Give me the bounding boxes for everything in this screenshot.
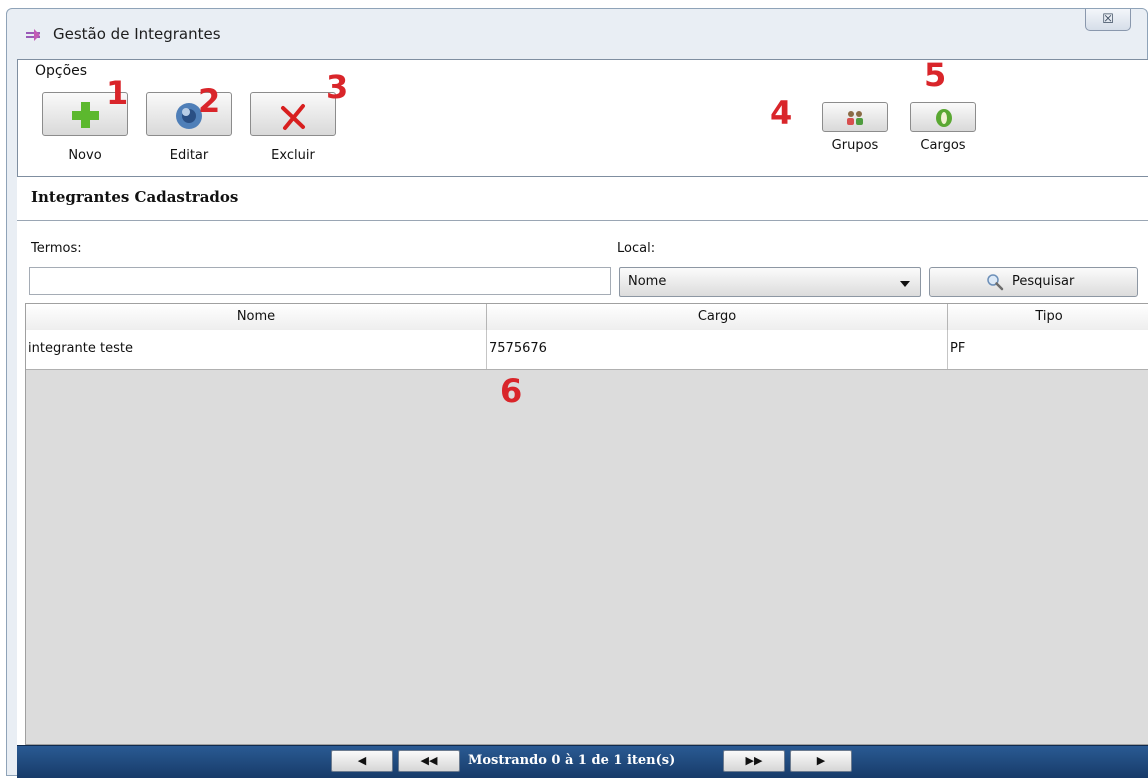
caret-right-icon: ▶ [816,754,826,767]
annotation-1: 1 [106,74,129,112]
local-select[interactable]: Nome [619,267,921,297]
chevron-down-icon [900,281,910,287]
cargos-label: Cargos [920,138,966,153]
table-header: Nome Cargo Tipo [26,304,1148,331]
cargos-button[interactable] [910,102,976,132]
annotation-4: 4 [770,94,793,132]
group-people-icon [847,111,863,125]
x-icon [281,104,305,130]
client-area: Opções Novo Editar Excluir Grupos Cargos… [17,56,1148,778]
main-window: Gestão de Integrantes ☒ Opções Novo Edit… [6,8,1148,778]
cell-cargo: 7575676 [487,330,948,369]
annotation-6: 6 [500,372,523,410]
editar-label: Editar [169,148,209,163]
annotation-5: 5 [924,56,947,94]
caret-left-icon: ◀ [357,754,367,767]
grupos-button[interactable] [822,102,888,132]
magnifier-icon [987,274,1004,291]
termos-input[interactable] [29,267,611,295]
app-icon [26,29,40,41]
pesquisar-label: Pesquisar [1012,274,1075,289]
pager-info: Mostrando 0 à 1 de 1 iten(s) [468,753,676,768]
plus-icon [72,102,99,128]
close-button[interactable]: ☒ [1085,9,1131,31]
options-group: Opções Novo Editar Excluir Grupos Cargos… [17,56,1148,177]
table-row[interactable]: integrante teste 7575676 PF [26,330,1148,370]
grupos-label: Grupos [831,138,879,153]
first-page-button[interactable]: ◀◀ [398,750,460,772]
title-bar: Gestão de Integrantes ☒ [7,9,1147,59]
excluir-label: Excluir [271,148,315,163]
novo-label: Novo [68,148,102,163]
double-caret-left-icon: ◀◀ [420,754,438,767]
section-title: Integrantes Cadastrados [31,188,239,206]
badge-icon [936,109,952,127]
double-caret-right-icon: ▶▶ [745,754,763,767]
section-header: Integrantes Cadastrados [17,177,1148,221]
annotation-2: 2 [198,82,221,120]
column-header-cargo[interactable]: Cargo [487,304,948,330]
last-page-button[interactable]: ▶ [790,750,852,772]
pesquisar-button[interactable]: Pesquisar [929,267,1138,297]
annotation-3: 3 [326,68,349,106]
pager-bar: ◀ ◀◀ Mostrando 0 à 1 de 1 iten(s) ▶▶ ▶ [17,745,1148,778]
local-select-value: Nome [628,274,667,289]
cell-tipo: PF [950,341,966,356]
next-page-button[interactable]: ▶▶ [723,750,785,772]
column-header-nome[interactable]: Nome [26,304,487,330]
cell-nome: integrante teste [26,330,487,369]
options-group-label: Opções [35,63,88,79]
close-icon: ☒ [1102,12,1114,27]
integrantes-table: Nome Cargo Tipo integrante teste 7575676… [25,303,1148,745]
prev-page-button[interactable]: ◀ [331,750,393,772]
excluir-button[interactable] [250,92,336,136]
column-header-tipo[interactable]: Tipo [948,304,1148,330]
termos-label: Termos: [31,241,82,256]
window-title: Gestão de Integrantes [53,25,221,43]
local-label: Local: [617,241,656,256]
